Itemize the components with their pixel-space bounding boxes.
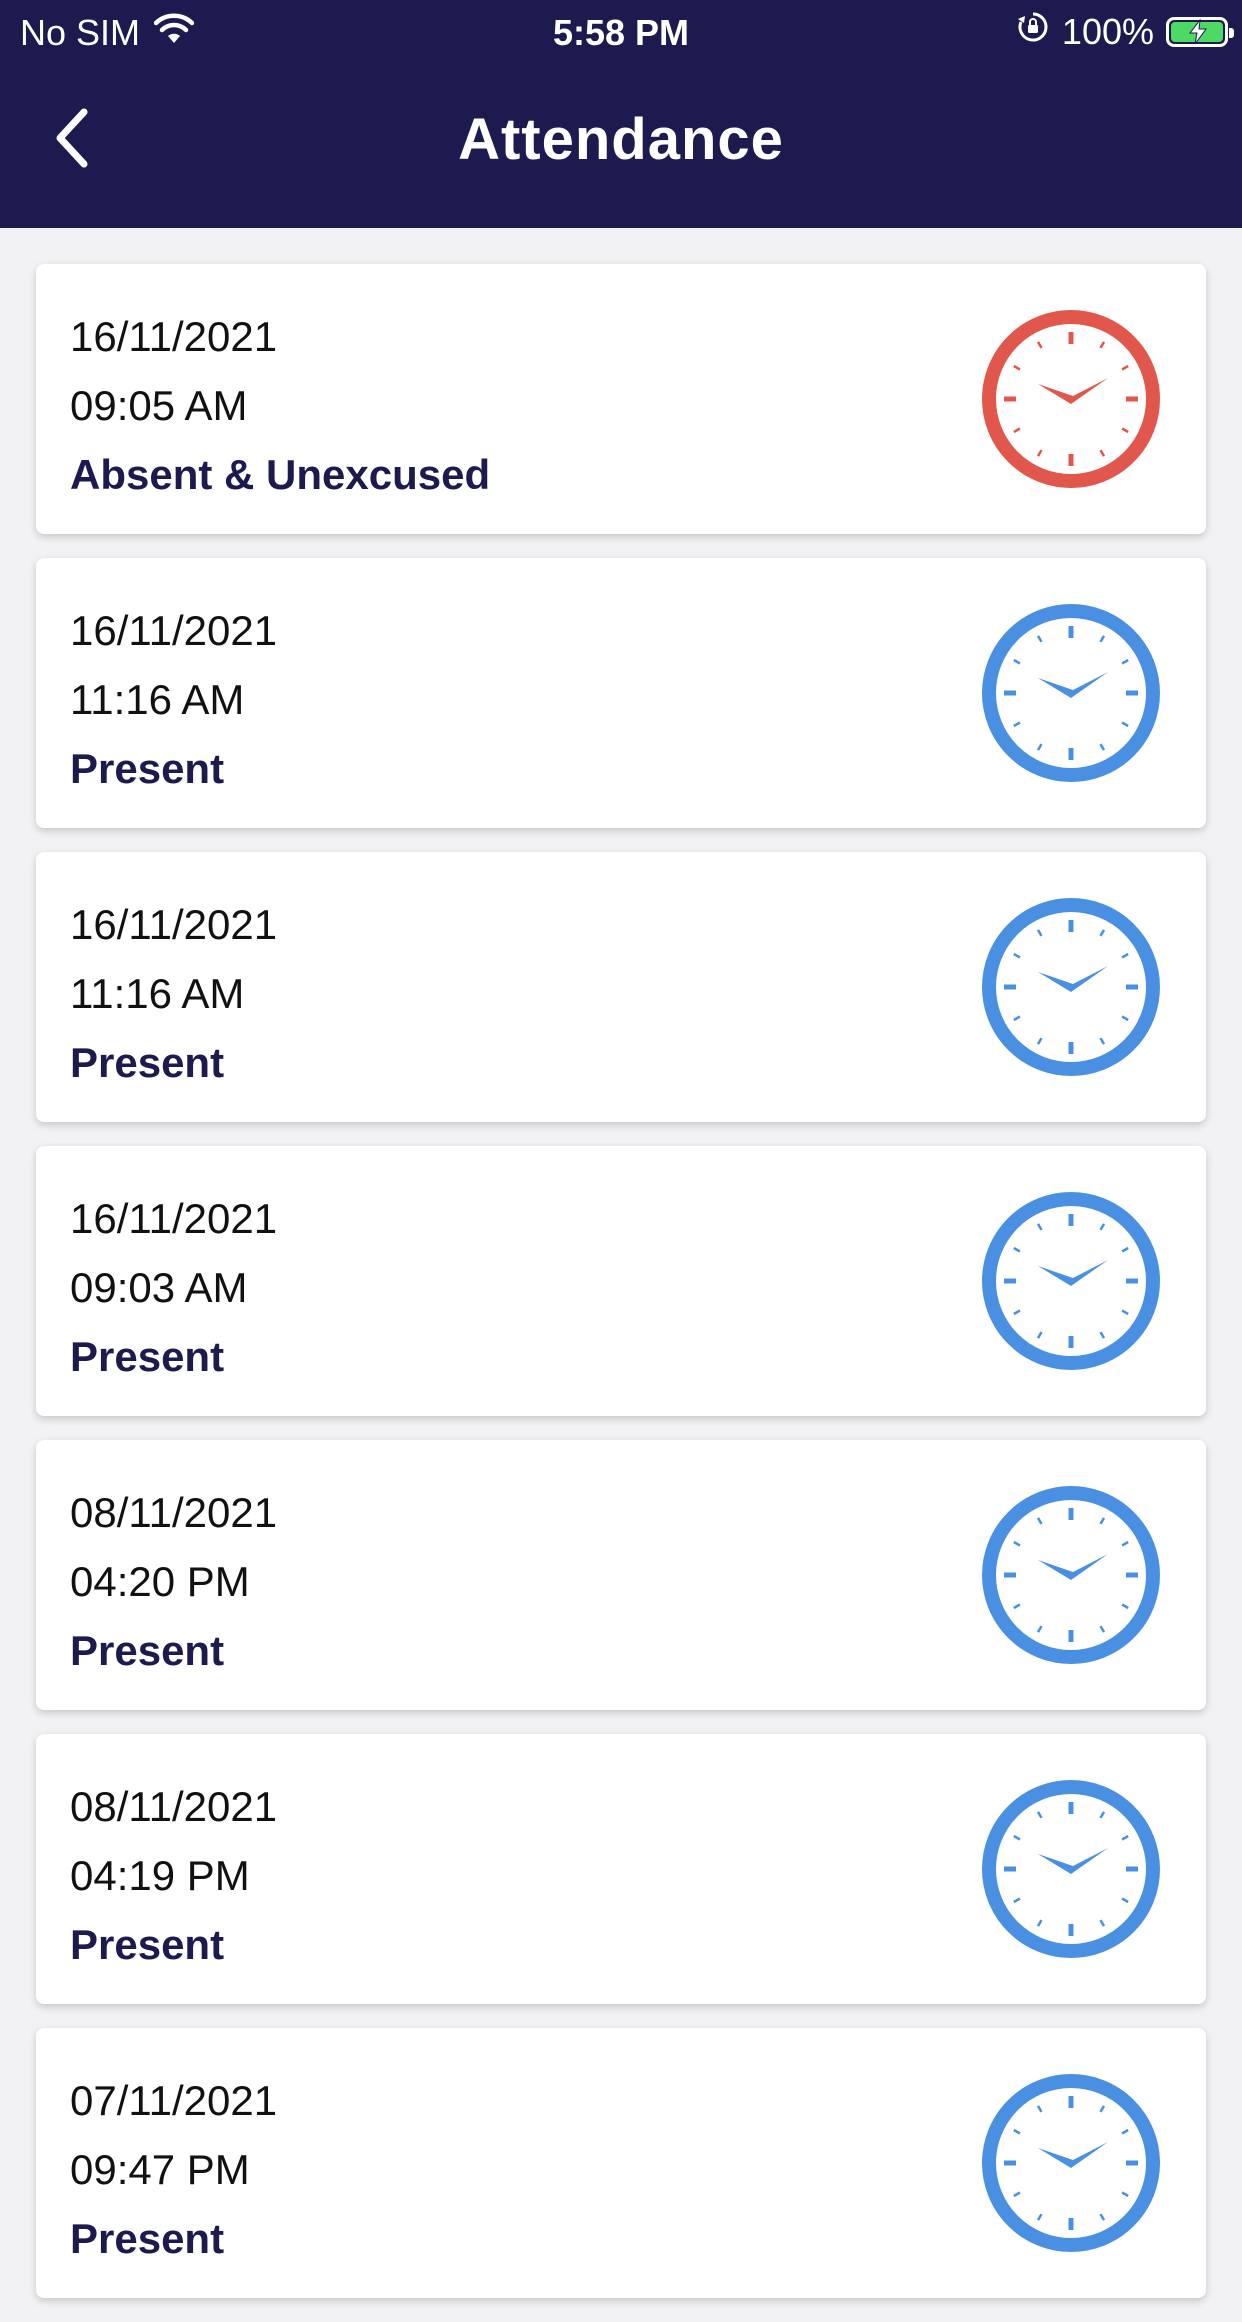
attendance-card[interactable]: 16/11/2021 09:05 AM Absent & Unexcused xyxy=(36,264,1206,534)
nav-bar: Attendance xyxy=(0,90,1242,200)
attendance-status: Present xyxy=(70,2215,225,2262)
attendance-card-text: 08/11/2021 04:20 PM Present xyxy=(70,1478,277,1685)
attendance-time: 11:16 AM xyxy=(70,970,245,1017)
status-bar: No SIM 5:58 PM 100% xyxy=(0,0,1242,62)
clock-icon xyxy=(980,1778,1162,1960)
attendance-card[interactable]: 08/11/2021 04:19 PM Present xyxy=(36,1734,1206,2004)
battery-percent: 100% xyxy=(1061,10,1154,52)
attendance-card[interactable]: 16/11/2021 11:16 AM Present xyxy=(36,852,1206,1122)
attendance-date: 16/11/2021 xyxy=(70,607,278,654)
attendance-time: 04:19 PM xyxy=(70,1852,250,1899)
attendance-card-text: 07/11/2021 09:47 PM Present xyxy=(70,2066,277,2273)
page-title: Attendance xyxy=(458,107,784,172)
attendance-card-text: 16/11/2021 09:03 AM Present xyxy=(70,1184,277,1391)
attendance-date: 08/11/2021 xyxy=(70,1783,278,1830)
attendance-status: Present xyxy=(70,1039,225,1086)
attendance-card-text: 08/11/2021 04:19 PM Present xyxy=(70,1772,277,1979)
app-header: No SIM 5:58 PM 100% Attendance xyxy=(0,0,1242,228)
attendance-card[interactable]: 16/11/2021 09:03 AM Present xyxy=(36,1146,1206,1416)
attendance-time: 04:20 PM xyxy=(70,1558,250,1605)
attendance-list: 16/11/2021 09:05 AM Absent & Unexcused 16/1… xyxy=(36,264,1206,2322)
attendance-date: 16/11/2021 xyxy=(70,313,278,360)
attendance-card-text: 16/11/2021 09:05 AM Absent & Unexcused xyxy=(70,302,490,509)
clock-icon xyxy=(980,308,1162,490)
attendance-date: 08/11/2021 xyxy=(70,1489,278,1536)
attendance-card-text: 16/11/2021 11:16 AM Present xyxy=(70,596,277,803)
attendance-time: 09:03 AM xyxy=(70,1264,248,1311)
attendance-status: Present xyxy=(70,1333,225,1380)
clock-icon xyxy=(980,602,1162,784)
charging-bolt-icon xyxy=(1188,18,1207,44)
clock-icon xyxy=(980,1190,1162,1372)
attendance-card[interactable]: 16/11/2021 11:16 AM Present xyxy=(36,558,1206,828)
attendance-date: 07/11/2021 xyxy=(70,2077,278,2124)
status-right: 100% xyxy=(1016,10,1234,53)
attendance-status: Present xyxy=(70,1627,225,1674)
attendance-status: Present xyxy=(70,1921,225,1968)
battery-charging-icon xyxy=(1166,16,1234,47)
battery-tip xyxy=(1229,27,1234,38)
clock-icon xyxy=(980,1484,1162,1666)
attendance-card[interactable]: 08/11/2021 04:20 PM Present xyxy=(36,1440,1206,1710)
orientation-lock-icon xyxy=(1016,10,1050,53)
attendance-status: Present xyxy=(70,745,225,792)
attendance-card[interactable]: 07/11/2021 09:47 PM Present xyxy=(36,2028,1206,2298)
attendance-card-text: 16/11/2021 11:16 AM Present xyxy=(70,890,277,1097)
clock-icon xyxy=(980,2072,1162,2254)
attendance-status: Absent & Unexcused xyxy=(70,451,491,498)
attendance-time: 09:47 PM xyxy=(70,2146,250,2193)
attendance-date: 16/11/2021 xyxy=(70,901,278,948)
attendance-time: 11:16 AM xyxy=(70,676,245,723)
attendance-time: 09:05 AM xyxy=(70,382,248,429)
attendance-date: 16/11/2021 xyxy=(70,1195,278,1242)
clock-icon xyxy=(980,896,1162,1078)
